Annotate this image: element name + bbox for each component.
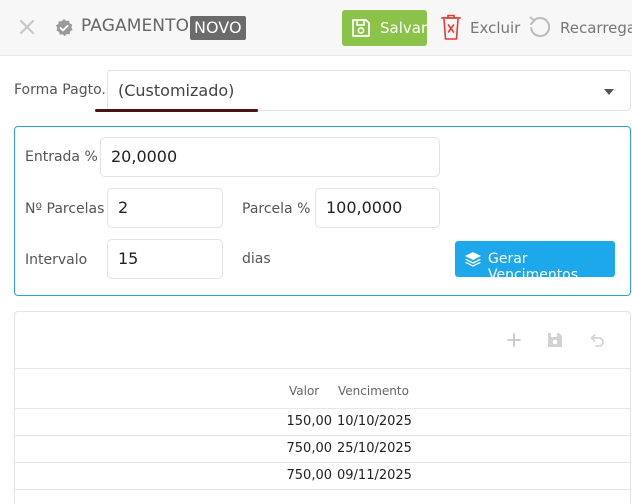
delete-label: Excluir <box>470 19 521 37</box>
cell-vencimento: 10/10/2025 <box>337 414 412 429</box>
payment-method-value: (Customizado) <box>118 81 235 100</box>
focus-underline <box>95 109 258 112</box>
parcelas-input[interactable]: 2 <box>107 188 223 228</box>
column-header-valor[interactable]: Valor <box>289 384 319 398</box>
parcelas-label: Nº Parcelas <box>25 201 105 217</box>
parcela-pct-label: Parcela % <box>242 201 311 217</box>
dias-label: dias <box>242 251 271 267</box>
cell-valor: 150,00 <box>286 414 333 429</box>
status-badge: NOVO <box>190 16 246 40</box>
table-row[interactable]: 750,00 09/11/2025 <box>15 462 630 489</box>
cell-valor: 750,00 <box>286 441 333 456</box>
close-icon[interactable] <box>16 16 38 38</box>
chevron-down-icon[interactable] <box>604 89 614 95</box>
intervalo-label: Intervalo <box>25 252 88 268</box>
reload-button[interactable]: Recarregar <box>528 12 632 44</box>
plus-icon[interactable] <box>505 331 523 349</box>
payment-method-label: Forma Pagto. <box>14 82 106 98</box>
entrada-input[interactable]: 20,0000 <box>100 137 440 177</box>
delete-button[interactable]: Excluir <box>440 12 530 44</box>
cell-vencimento: 09/11/2025 <box>337 468 412 483</box>
save-icon <box>352 19 370 37</box>
save-button[interactable]: Salvar <box>342 10 427 46</box>
parcela-pct-input[interactable]: 100,0000 <box>315 188 440 228</box>
table-row[interactable]: 150,00 10/10/2025 <box>15 408 630 435</box>
entrada-label: Entrada % <box>25 149 98 165</box>
page-title: PAGAMENTO <box>81 16 190 36</box>
table-row[interactable]: 750,00 25/10/2025 <box>15 435 630 462</box>
disk-icon[interactable] <box>546 331 564 349</box>
undo-icon[interactable] <box>587 331 605 349</box>
table-row-divider <box>15 489 630 504</box>
grid-header-divider <box>15 368 630 369</box>
save-label: Salvar <box>380 19 428 37</box>
reload-label: Recarregar <box>560 19 632 37</box>
column-header-vencimento[interactable]: Vencimento <box>338 384 409 398</box>
payment-method-select[interactable]: (Customizado) <box>107 70 631 111</box>
trash-icon <box>441 14 461 40</box>
generate-due-dates-button[interactable]: Gerar Vencimentos <box>455 241 615 283</box>
reload-icon <box>529 16 551 37</box>
layers-icon <box>465 252 481 267</box>
toolbar: PAGAMENTO NOVO Salvar Excluir Recarregar <box>0 0 632 56</box>
cell-vencimento: 25/10/2025 <box>337 441 412 456</box>
check-badge-icon <box>55 19 73 37</box>
generate-label: Gerar Vencimentos <box>488 251 579 283</box>
intervalo-input[interactable]: 15 <box>107 239 223 279</box>
cell-valor: 750,00 <box>286 468 333 483</box>
